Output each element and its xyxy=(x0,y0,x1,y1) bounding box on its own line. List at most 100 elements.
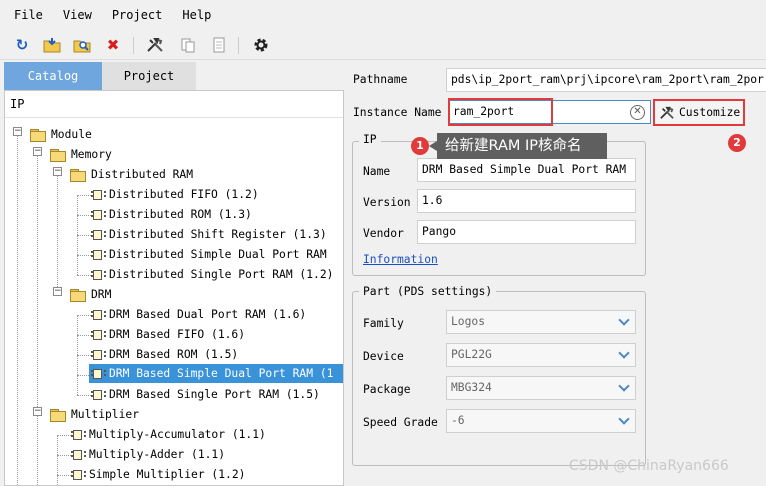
vendor-label: Vendor xyxy=(363,227,404,240)
build-icon[interactable] xyxy=(145,35,165,55)
tree-item-label: Distributed ROM (1.3) xyxy=(109,208,252,221)
menu-project[interactable]: Project xyxy=(102,0,173,30)
family-value: Logos xyxy=(451,315,486,328)
tree-connector xyxy=(77,335,91,336)
tree-item-drm-rom[interactable]: DRM Based ROM (1.5) xyxy=(91,345,238,364)
tree-item-label: DRM Based FIFO (1.6) xyxy=(109,328,246,341)
ip-core-icon xyxy=(71,448,86,461)
tree-node-multiplier[interactable]: Multiplier xyxy=(50,405,139,424)
tree-item-distributed-rom[interactable]: Distributed ROM (1.3) xyxy=(91,205,252,224)
collapse-toggle[interactable]: − xyxy=(33,147,42,156)
folder-icon xyxy=(50,408,66,422)
ip-core-icon xyxy=(91,328,106,341)
family-select[interactable]: Logos xyxy=(446,310,636,334)
tree-item-label: Multiply-Adder (1.1) xyxy=(89,448,226,461)
vendor-field[interactable]: Pango xyxy=(417,220,636,244)
tree-item-drm-single-port-ram[interactable]: DRM Based Single Port RAM (1.5) xyxy=(91,385,320,404)
build-icon xyxy=(659,106,675,120)
tree-node-drm[interactable]: DRM xyxy=(70,285,111,304)
tree-connector xyxy=(57,455,71,456)
tree-node-module[interactable]: Module xyxy=(30,125,92,144)
toolbar: ↻ ✖ xyxy=(0,30,766,60)
ip-core-icon xyxy=(91,228,106,241)
ip-core-icon xyxy=(71,428,86,441)
version-field[interactable]: 1.6 xyxy=(417,189,636,213)
ip-core-icon xyxy=(91,348,106,361)
pane-tabs: Catalog Project xyxy=(4,62,344,90)
tree-node-label: DRM xyxy=(91,288,112,301)
name-field[interactable]: DRM Based Simple Dual Port RAM xyxy=(417,158,636,182)
menu-help[interactable]: Help xyxy=(172,0,221,30)
folder-icon xyxy=(70,168,86,182)
ip-core-icon xyxy=(91,248,106,261)
ip-catalog-pane: Catalog Project IP − Module − Memory − D… xyxy=(4,62,344,486)
tree-item-drm-fifo[interactable]: DRM Based FIFO (1.6) xyxy=(91,325,245,344)
collapse-toggle[interactable]: − xyxy=(33,407,42,416)
toolbar-separator xyxy=(133,37,134,54)
chevron-down-icon xyxy=(618,314,630,326)
menu-file[interactable]: File xyxy=(4,0,53,30)
ip-core-icon xyxy=(91,188,106,201)
folder-icon xyxy=(30,128,46,142)
collapse-toggle[interactable]: − xyxy=(53,167,62,176)
tree-item-multiply-adder[interactable]: Multiply-Adder (1.1) xyxy=(71,445,225,464)
tab-project[interactable]: Project xyxy=(102,62,196,90)
tree-item-label: Multiply-Accumulator (1.1) xyxy=(89,428,266,441)
speed-grade-label: Speed Grade xyxy=(363,416,438,429)
document-icon[interactable] xyxy=(209,35,229,55)
search-icon[interactable] xyxy=(72,35,92,55)
customize-button[interactable]: Customize xyxy=(653,99,745,126)
refresh-icon[interactable]: ↻ xyxy=(12,35,32,55)
tree-node-memory[interactable]: Memory xyxy=(50,145,112,164)
clear-icon[interactable]: ✕ xyxy=(630,105,645,120)
tree-item-label: DRM Based Dual Port RAM (1.6) xyxy=(109,308,307,321)
speed-grade-select[interactable]: -6 xyxy=(446,409,636,433)
step-badge-2: 2 xyxy=(728,134,746,152)
instance-name-label: Instance Name xyxy=(353,106,442,119)
tree-item-distributed-shift-register[interactable]: Distributed Shift Register (1.3) xyxy=(91,225,327,244)
pathname-field[interactable]: pds\ip_2port_ram\prj\ipcore\ram_2port\ra… xyxy=(446,68,766,92)
ip-core-icon xyxy=(91,308,106,321)
tree-item-drm-simple-dual-port-ram[interactable]: DRM Based Simple Dual Port RAM (1 xyxy=(89,364,343,383)
ip-core-icon xyxy=(91,208,106,221)
package-label: Package xyxy=(363,383,411,396)
device-select[interactable]: PGL22G xyxy=(446,343,636,367)
tree-item-distributed-single-port-ram[interactable]: Distributed Single Port RAM (1.2) xyxy=(91,265,333,284)
tree-node-label: Module xyxy=(51,128,92,141)
information-link[interactable]: Information xyxy=(363,253,438,266)
tree-connector xyxy=(57,475,71,476)
name-label: Name xyxy=(363,165,391,178)
menu-bar: File View Project Help xyxy=(0,0,766,30)
tree-item-label: DRM Based ROM (1.5) xyxy=(109,348,239,361)
tree-item-simple-multiplier[interactable]: Simple Multiplier (1.2) xyxy=(71,465,245,484)
chevron-down-icon xyxy=(618,380,630,392)
tree-item-multiply-accumulator[interactable]: Multiply-Accumulator (1.1) xyxy=(71,425,266,444)
ip-core-icon xyxy=(91,388,106,401)
divider xyxy=(5,117,343,118)
tree-connector xyxy=(77,195,91,196)
ip-core-icon xyxy=(91,268,106,281)
tree-item-label: Simple Multiplier (1.2) xyxy=(89,468,246,481)
tree-node-distributed-ram[interactable]: Distributed RAM xyxy=(70,165,193,184)
tree-connector xyxy=(77,315,91,316)
tab-catalog[interactable]: Catalog xyxy=(4,62,102,90)
part-group-title: Part (PDS settings) xyxy=(359,285,497,298)
tree-connector xyxy=(77,235,91,236)
menu-view[interactable]: View xyxy=(53,0,102,30)
settings-icon[interactable] xyxy=(251,35,271,55)
delete-icon[interactable]: ✖ xyxy=(103,35,123,55)
collapse-toggle[interactable]: − xyxy=(53,287,62,296)
open-folder-icon[interactable] xyxy=(42,35,62,55)
tree-item-drm-dual-port-ram[interactable]: DRM Based Dual Port RAM (1.6) xyxy=(91,305,306,324)
collapse-toggle[interactable]: − xyxy=(13,127,22,136)
package-select[interactable]: MBG324 xyxy=(446,376,636,400)
ip-tree: IP − Module − Memory − Distributed RAM D… xyxy=(4,90,344,486)
tree-item-distributed-simple-dual-port-ram[interactable]: Distributed Simple Dual Port RAM xyxy=(91,245,327,264)
copy-icon[interactable] xyxy=(178,35,198,55)
package-value: MBG324 xyxy=(451,381,492,394)
tree-node-label: Distributed RAM xyxy=(91,168,194,181)
highlight-box xyxy=(448,98,553,126)
tree-connector xyxy=(77,215,91,216)
tree-item-distributed-fifo[interactable]: Distributed FIFO (1.2) xyxy=(91,185,259,204)
tree-item-label: Distributed Simple Dual Port RAM xyxy=(109,248,327,261)
